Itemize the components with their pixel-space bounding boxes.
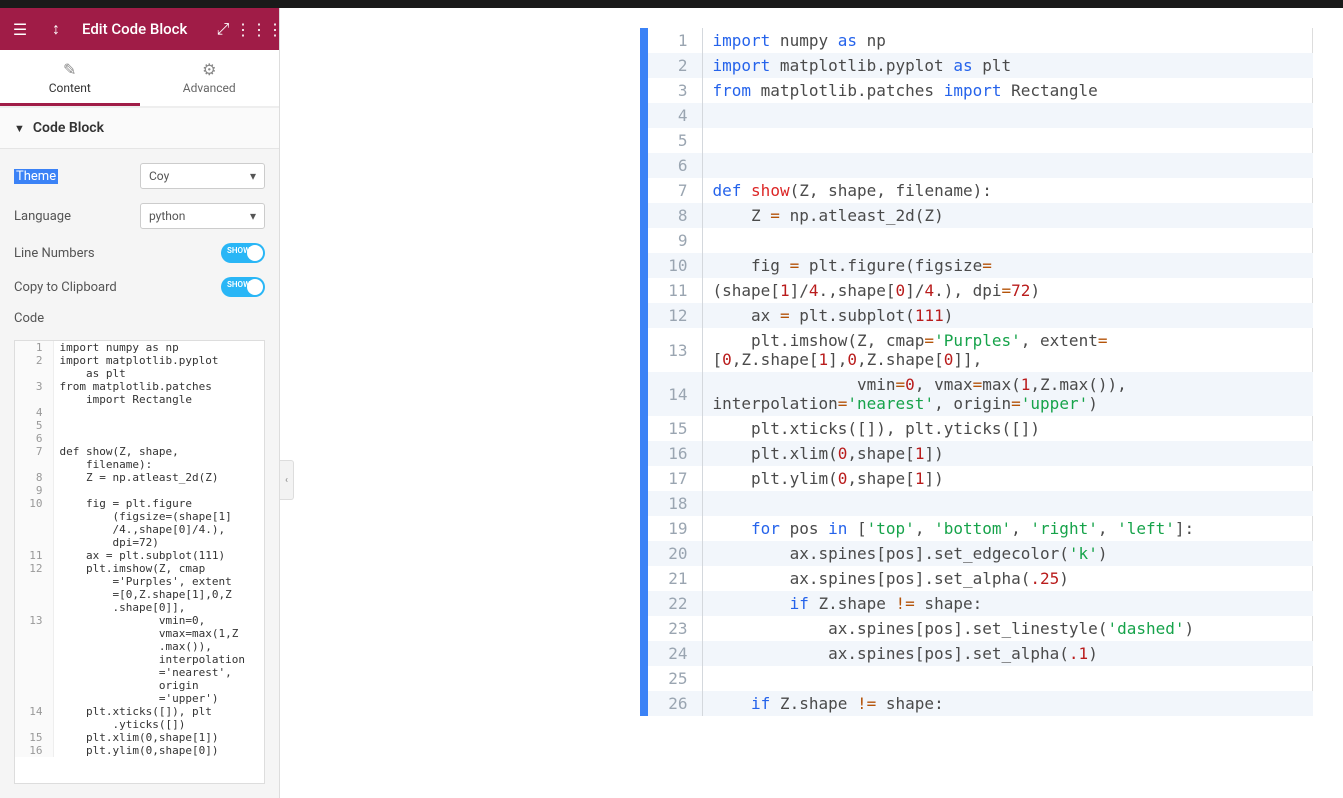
controls-panel: Theme Coy ▾ Language python ▾ Line Numbe… xyxy=(0,149,279,340)
mini-code-line[interactable]: 16 plt.ylim(0,shape[0]) xyxy=(15,744,264,757)
mini-code-line[interactable]: 4 xyxy=(15,406,264,419)
code-line: 10 fig = plt.figure(figsize= xyxy=(648,253,1313,278)
code-line: 14 vmin=0, vmax=max(1,Z.max()), interpol… xyxy=(648,372,1313,416)
mini-code-line[interactable]: 15 plt.xlim(0,shape[1]) xyxy=(15,731,264,744)
mini-code-line[interactable]: 1import numpy as np xyxy=(15,341,264,354)
gear-icon: ⚙ xyxy=(140,60,280,79)
sidebar-header: ☰ ↕ Edit Code Block ⤢ ⋮⋮⋮ xyxy=(0,8,279,50)
mini-code-line[interactable]: 3from matplotlib.patches import Rectangl… xyxy=(15,380,264,406)
caret-down-icon: ▾ xyxy=(250,209,256,223)
code-line: 1import numpy as np xyxy=(648,28,1313,53)
code-line: 19 for pos in ['top', 'bottom', 'right',… xyxy=(648,516,1313,541)
sidebar-collapse-handle[interactable]: ‹ xyxy=(280,460,294,500)
code-textarea[interactable]: 1import numpy as np2import matplotlib.py… xyxy=(14,340,265,784)
code-line: 6 xyxy=(648,153,1313,178)
copy-clipboard-label: Copy to Clipboard xyxy=(14,280,211,295)
section-title: Code Block xyxy=(33,120,104,136)
line-numbers-toggle[interactable]: SHOW xyxy=(221,243,265,263)
language-select[interactable]: python ▾ xyxy=(140,203,265,229)
mini-code-line[interactable]: 9 xyxy=(15,484,264,497)
code-line: 11(shape[1]/4.,shape[0]/4.), dpi=72) xyxy=(648,278,1313,303)
preview-area: 1import numpy as np2import matplotlib.py… xyxy=(280,8,1343,798)
theme-label: Theme xyxy=(14,169,104,184)
code-line: 4 xyxy=(648,103,1313,128)
mini-code-line[interactable]: 5 xyxy=(15,419,264,432)
code-line: 17 plt.ylim(0,shape[1]) xyxy=(648,466,1313,491)
mini-code-line[interactable]: 14 plt.xticks([]), plt .yticks([]) xyxy=(15,705,264,731)
line-numbers-label: Line Numbers xyxy=(14,246,104,261)
sidebar-tabs: ✎ Content ⚙ Advanced xyxy=(0,50,279,108)
code-line: 18 xyxy=(648,491,1313,516)
drag-icon[interactable]: ↕ xyxy=(40,13,72,45)
theme-select[interactable]: Coy ▾ xyxy=(140,163,265,189)
editor-sidebar: ☰ ↕ Edit Code Block ⤢ ⋮⋮⋮ ✎ Content ⚙ Ad… xyxy=(0,8,280,798)
mini-code-line[interactable]: 8 Z = np.atleast_2d(Z) xyxy=(15,471,264,484)
language-label: Language xyxy=(14,209,104,224)
caret-down-icon: ▾ xyxy=(250,169,256,183)
code-block-preview: 1import numpy as np2import matplotlib.py… xyxy=(640,28,1313,716)
code-line: 7def show(Z, shape, filename): xyxy=(648,178,1313,203)
tab-advanced-label: Advanced xyxy=(140,81,280,95)
window-topbar xyxy=(0,0,1343,8)
section-code-block[interactable]: ▼ Code Block xyxy=(0,108,279,149)
code-line: 8 Z = np.atleast_2d(Z) xyxy=(648,203,1313,228)
code-line: 3from matplotlib.patches import Rectangl… xyxy=(648,78,1313,103)
code-line: 21 ax.spines[pos].set_alpha(.25) xyxy=(648,566,1313,591)
code-line: 9 xyxy=(648,228,1313,253)
code-line: 5 xyxy=(648,128,1313,153)
code-line: 12 ax = plt.subplot(111) xyxy=(648,303,1313,328)
mini-code-line[interactable]: 13 vmin=0, vmax=max(1,Z .max()), interpo… xyxy=(15,614,264,705)
tab-content[interactable]: ✎ Content xyxy=(0,50,140,106)
code-line: 15 plt.xticks([]), plt.yticks([]) xyxy=(648,416,1313,441)
mini-code-line[interactable]: 6 xyxy=(15,432,264,445)
tab-advanced[interactable]: ⚙ Advanced xyxy=(140,50,280,106)
code-field-label: Code xyxy=(14,311,265,326)
mini-code-line[interactable]: 10 fig = plt.figure (figsize=(shape[1] /… xyxy=(15,497,264,549)
code-line: 22 if Z.shape != shape: xyxy=(648,591,1313,616)
tab-content-label: Content xyxy=(0,81,140,95)
chevron-down-icon: ▼ xyxy=(14,122,25,135)
code-line: 24 ax.spines[pos].set_alpha(.1) xyxy=(648,641,1313,666)
pencil-icon: ✎ xyxy=(0,60,140,79)
menu-icon[interactable]: ☰ xyxy=(4,13,36,45)
code-line: 2import matplotlib.pyplot as plt xyxy=(648,53,1313,78)
copy-clipboard-toggle[interactable]: SHOW xyxy=(221,277,265,297)
mini-code-line[interactable]: 7def show(Z, shape, filename): xyxy=(15,445,264,471)
code-line: 25 xyxy=(648,666,1313,691)
code-line: 20 ax.spines[pos].set_edgecolor('k') xyxy=(648,541,1313,566)
mini-code-line[interactable]: 2import matplotlib.pyplot as plt xyxy=(15,354,264,380)
theme-value: Coy xyxy=(149,169,169,183)
code-line: 16 plt.xlim(0,shape[1]) xyxy=(648,441,1313,466)
code-line: 23 ax.spines[pos].set_linestyle('dashed'… xyxy=(648,616,1313,641)
mini-code-line[interactable]: 12 plt.imshow(Z, cmap ='Purples', extent… xyxy=(15,562,264,614)
language-value: python xyxy=(149,209,185,223)
mini-code-line[interactable]: 11 ax = plt.subplot(111) xyxy=(15,549,264,562)
sidebar-title: Edit Code Block xyxy=(76,20,203,38)
code-line: 13 plt.imshow(Z, cmap='Purples', extent=… xyxy=(648,328,1313,372)
code-line: 26 if Z.shape != shape: xyxy=(648,691,1313,716)
apps-icon[interactable]: ⋮⋮⋮ xyxy=(243,13,275,45)
